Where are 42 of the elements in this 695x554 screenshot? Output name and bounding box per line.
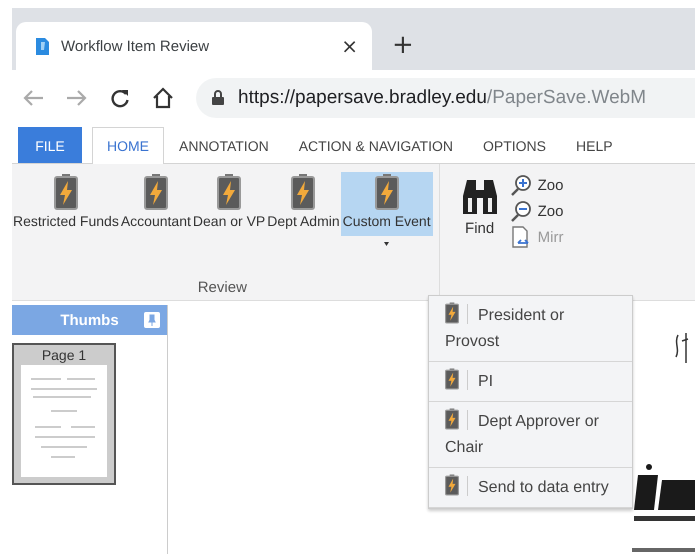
ribbon-tab[interactable]: OPTIONS xyxy=(468,127,561,163)
menu-item[interactable]: Send to data entry xyxy=(429,468,632,508)
group-label: Review xyxy=(196,279,248,298)
battery-bolt-icon xyxy=(445,368,459,390)
battery-bolt-icon xyxy=(374,174,399,210)
battery-bolt-icon xyxy=(445,408,459,430)
ribbon-button[interactable]: Dean or VP xyxy=(192,172,266,236)
zoom-in-icon xyxy=(510,174,532,196)
file-menu-tab[interactable]: FILE xyxy=(18,127,82,163)
ribbon-button[interactable]: Dept Admin xyxy=(266,172,341,236)
tab-title: Workflow Item Review xyxy=(61,38,210,54)
zoom-out-icon xyxy=(510,200,532,222)
ribbon-tab[interactable]: HELP xyxy=(561,127,628,163)
ribbon-button[interactable]: Accountant xyxy=(120,172,192,236)
menu-item[interactable]: President or Provost xyxy=(429,296,632,362)
page-thumbnail[interactable]: Page 1 xyxy=(12,343,116,485)
lock-icon xyxy=(212,90,224,105)
battery-bolt-icon xyxy=(291,174,316,210)
battery-bolt-icon xyxy=(144,174,168,210)
zoom-out-button[interactable]: Zoo xyxy=(510,200,564,222)
menu-item[interactable]: Dept Approver or Chair xyxy=(429,402,632,468)
menu-item[interactable]: PI xyxy=(429,362,632,402)
ribbon-button[interactable]: Custom Event xyxy=(340,172,433,236)
reload-icon[interactable] xyxy=(110,88,130,108)
battery-bolt-icon xyxy=(445,302,459,324)
address-bar[interactable]: https://papersave.bradley.edu/PaperSave.WebM xyxy=(196,78,695,118)
document-icon xyxy=(36,38,49,54)
zoom-in-button[interactable]: Zoo xyxy=(510,174,564,196)
url-text: https://papersave.bradley.edu/PaperSave.WebM xyxy=(238,86,646,108)
ribbon-button[interactable]: Restricted Funds xyxy=(12,172,120,236)
panel-title: Thumbs xyxy=(60,312,119,328)
dropdown-caret-icon[interactable] xyxy=(384,242,390,246)
battery-bolt-icon xyxy=(445,474,459,496)
ribbon-tab[interactable]: HOME xyxy=(92,127,164,164)
browser-tab[interactable]: Workflow Item Review × xyxy=(16,22,372,70)
battery-bolt-icon xyxy=(217,174,242,210)
close-tab-button[interactable]: × xyxy=(341,34,358,58)
battery-bolt-icon xyxy=(54,174,78,210)
ribbon-tab[interactable]: ACTION & NAVIGATION xyxy=(284,127,468,163)
ribbon-tab[interactable]: ANNOTATION xyxy=(164,127,284,163)
new-tab-button[interactable]: + xyxy=(392,30,414,60)
home-icon[interactable] xyxy=(152,86,174,108)
